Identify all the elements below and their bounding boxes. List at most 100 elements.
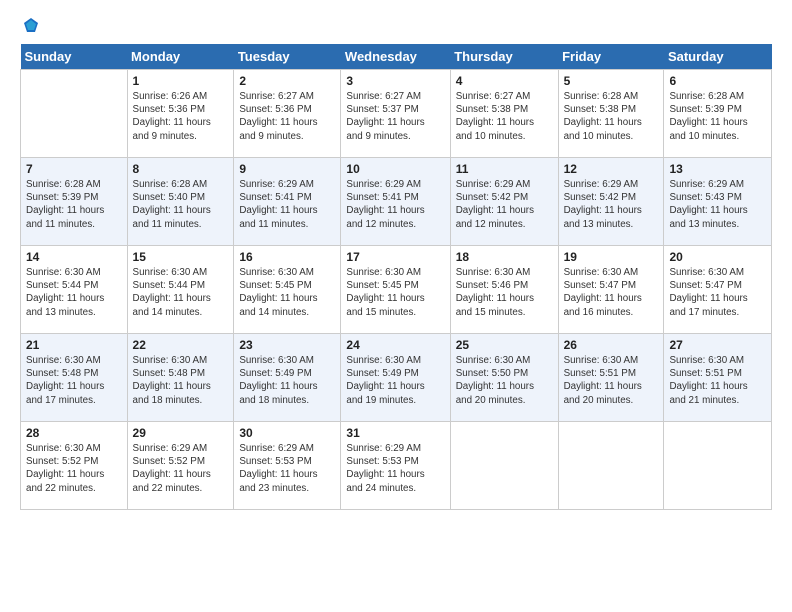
calendar-cell: 20 Sunrise: 6:30 AM Sunset: 5:47 PM Dayli…	[664, 246, 772, 334]
day-number: 14	[26, 250, 122, 264]
calendar-cell: 1 Sunrise: 6:26 AM Sunset: 5:36 PM Daylig…	[127, 70, 234, 158]
day-info: Sunrise: 6:29 AM Sunset: 5:41 PM Dayligh…	[239, 178, 335, 231]
day-info: Sunrise: 6:30 AM Sunset: 5:50 PM Dayligh…	[456, 354, 553, 407]
calendar-cell: 12Sunrise: 6:29 AM Sunset: 5:42 PM Dayli…	[558, 158, 664, 246]
day-number: 13	[669, 162, 766, 176]
logo-flag-icon	[22, 16, 40, 34]
day-number: 31	[346, 426, 444, 440]
calendar-cell: 4 Sunrise: 6:27 AM Sunset: 5:38 PM Daylig…	[450, 70, 558, 158]
calendar-cell: 8 Sunrise: 6:28 AM Sunset: 5:40 PM Daylig…	[127, 158, 234, 246]
day-number: 25	[456, 338, 553, 352]
day-number: 6	[669, 74, 766, 88]
day-info: Sunrise: 6:27 AM Sunset: 5:38 PM Dayligh…	[456, 90, 553, 143]
day-info: Sunrise: 6:30 AM Sunset: 5:51 PM Dayligh…	[669, 354, 766, 407]
day-info: Sunrise: 6:30 AM Sunset: 5:44 PM Dayligh…	[26, 266, 122, 319]
calendar-cell: 13 Sunrise: 6:29 AM Sunset: 5:43 PM Dayli…	[664, 158, 772, 246]
day-number: 20	[669, 250, 766, 264]
day-number: 5	[564, 74, 659, 88]
calendar-header-row: SundayMondayTuesdayWednesdayThursdayFrid…	[21, 44, 772, 70]
day-number: 24	[346, 338, 444, 352]
day-number: 29	[133, 426, 229, 440]
calendar-cell: 27 Sunrise: 6:30 AM Sunset: 5:51 PM Dayli…	[664, 334, 772, 422]
calendar-cell: 6 Sunrise: 6:28 AM Sunset: 5:39 PM Daylig…	[664, 70, 772, 158]
day-number: 15	[133, 250, 229, 264]
calendar-cell: 31 Sunrise: 6:29 AM Sunset: 5:53 PM Dayli…	[341, 422, 450, 510]
calendar-week-row: 7 Sunrise: 6:28 AM Sunset: 5:39 PM Daylig…	[21, 158, 772, 246]
day-number: 3	[346, 74, 444, 88]
day-number: 7	[26, 162, 122, 176]
day-number: 18	[456, 250, 553, 264]
day-number: 30	[239, 426, 335, 440]
day-info: Sunrise: 6:28 AM Sunset: 5:39 PM Dayligh…	[669, 90, 766, 143]
calendar-cell: 9 Sunrise: 6:29 AM Sunset: 5:41 PM Daylig…	[234, 158, 341, 246]
calendar-cell: 29 Sunrise: 6:29 AM Sunset: 5:52 PM Dayli…	[127, 422, 234, 510]
header	[20, 16, 772, 34]
day-info: Sunrise: 6:30 AM Sunset: 5:48 PM Dayligh…	[26, 354, 122, 407]
calendar-week-row: 1 Sunrise: 6:26 AM Sunset: 5:36 PM Daylig…	[21, 70, 772, 158]
weekday-header: Thursday	[450, 44, 558, 70]
day-info: Sunrise: 6:29 AM Sunset: 5:52 PM Dayligh…	[133, 442, 229, 495]
calendar-week-row: 14 Sunrise: 6:30 AM Sunset: 5:44 PM Dayli…	[21, 246, 772, 334]
calendar-cell	[664, 422, 772, 510]
calendar-cell: 26 Sunrise: 6:30 AM Sunset: 5:51 PM Dayli…	[558, 334, 664, 422]
page: SundayMondayTuesdayWednesdayThursdayFrid…	[0, 0, 792, 520]
day-number: 16	[239, 250, 335, 264]
calendar-cell: 2Sunrise: 6:27 AM Sunset: 5:36 PM Daylig…	[234, 70, 341, 158]
calendar-cell: 3Sunrise: 6:27 AM Sunset: 5:37 PM Daylig…	[341, 70, 450, 158]
calendar-cell	[21, 70, 128, 158]
calendar-cell: 23Sunrise: 6:30 AM Sunset: 5:49 PM Dayli…	[234, 334, 341, 422]
day-number: 22	[133, 338, 229, 352]
day-number: 2	[239, 74, 335, 88]
calendar-cell: 21 Sunrise: 6:30 AM Sunset: 5:48 PM Dayli…	[21, 334, 128, 422]
day-number: 19	[564, 250, 659, 264]
day-number: 28	[26, 426, 122, 440]
day-number: 4	[456, 74, 553, 88]
day-number: 12	[564, 162, 659, 176]
calendar-cell: 11Sunrise: 6:29 AM Sunset: 5:42 PM Dayli…	[450, 158, 558, 246]
day-info: Sunrise: 6:28 AM Sunset: 5:40 PM Dayligh…	[133, 178, 229, 231]
calendar-week-row: 28Sunrise: 6:30 AM Sunset: 5:52 PM Dayli…	[21, 422, 772, 510]
day-info: Sunrise: 6:29 AM Sunset: 5:53 PM Dayligh…	[346, 442, 444, 495]
calendar-cell: 14 Sunrise: 6:30 AM Sunset: 5:44 PM Dayli…	[21, 246, 128, 334]
calendar-cell: 18 Sunrise: 6:30 AM Sunset: 5:46 PM Dayli…	[450, 246, 558, 334]
calendar-cell: 30Sunrise: 6:29 AM Sunset: 5:53 PM Dayli…	[234, 422, 341, 510]
calendar-cell: 15 Sunrise: 6:30 AM Sunset: 5:44 PM Dayli…	[127, 246, 234, 334]
day-number: 27	[669, 338, 766, 352]
weekday-header: Monday	[127, 44, 234, 70]
day-info: Sunrise: 6:29 AM Sunset: 5:41 PM Dayligh…	[346, 178, 444, 231]
day-number: 1	[133, 74, 229, 88]
day-info: Sunrise: 6:29 AM Sunset: 5:43 PM Dayligh…	[669, 178, 766, 231]
day-number: 8	[133, 162, 229, 176]
day-number: 23	[239, 338, 335, 352]
day-number: 9	[239, 162, 335, 176]
calendar-table: SundayMondayTuesdayWednesdayThursdayFrid…	[20, 44, 772, 510]
day-info: Sunrise: 6:26 AM Sunset: 5:36 PM Dayligh…	[133, 90, 229, 143]
calendar-cell: 5 Sunrise: 6:28 AM Sunset: 5:38 PM Daylig…	[558, 70, 664, 158]
calendar-cell: 28Sunrise: 6:30 AM Sunset: 5:52 PM Dayli…	[21, 422, 128, 510]
weekday-header: Saturday	[664, 44, 772, 70]
weekday-header: Tuesday	[234, 44, 341, 70]
logo	[20, 16, 40, 34]
day-info: Sunrise: 6:29 AM Sunset: 5:42 PM Dayligh…	[456, 178, 553, 231]
day-number: 17	[346, 250, 444, 264]
calendar-cell: 10 Sunrise: 6:29 AM Sunset: 5:41 PM Dayli…	[341, 158, 450, 246]
day-info: Sunrise: 6:30 AM Sunset: 5:49 PM Dayligh…	[346, 354, 444, 407]
calendar-week-row: 21 Sunrise: 6:30 AM Sunset: 5:48 PM Dayli…	[21, 334, 772, 422]
day-info: Sunrise: 6:30 AM Sunset: 5:48 PM Dayligh…	[133, 354, 229, 407]
calendar-cell	[450, 422, 558, 510]
day-info: Sunrise: 6:28 AM Sunset: 5:38 PM Dayligh…	[564, 90, 659, 143]
day-number: 26	[564, 338, 659, 352]
day-info: Sunrise: 6:30 AM Sunset: 5:45 PM Dayligh…	[239, 266, 335, 319]
day-number: 21	[26, 338, 122, 352]
day-info: Sunrise: 6:30 AM Sunset: 5:44 PM Dayligh…	[133, 266, 229, 319]
day-info: Sunrise: 6:30 AM Sunset: 5:46 PM Dayligh…	[456, 266, 553, 319]
day-number: 10	[346, 162, 444, 176]
calendar-cell: 25 Sunrise: 6:30 AM Sunset: 5:50 PM Dayli…	[450, 334, 558, 422]
day-info: Sunrise: 6:28 AM Sunset: 5:39 PM Dayligh…	[26, 178, 122, 231]
weekday-header: Friday	[558, 44, 664, 70]
day-info: Sunrise: 6:30 AM Sunset: 5:47 PM Dayligh…	[564, 266, 659, 319]
day-info: Sunrise: 6:30 AM Sunset: 5:51 PM Dayligh…	[564, 354, 659, 407]
calendar-cell: 7 Sunrise: 6:28 AM Sunset: 5:39 PM Daylig…	[21, 158, 128, 246]
day-info: Sunrise: 6:30 AM Sunset: 5:47 PM Dayligh…	[669, 266, 766, 319]
day-info: Sunrise: 6:30 AM Sunset: 5:45 PM Dayligh…	[346, 266, 444, 319]
